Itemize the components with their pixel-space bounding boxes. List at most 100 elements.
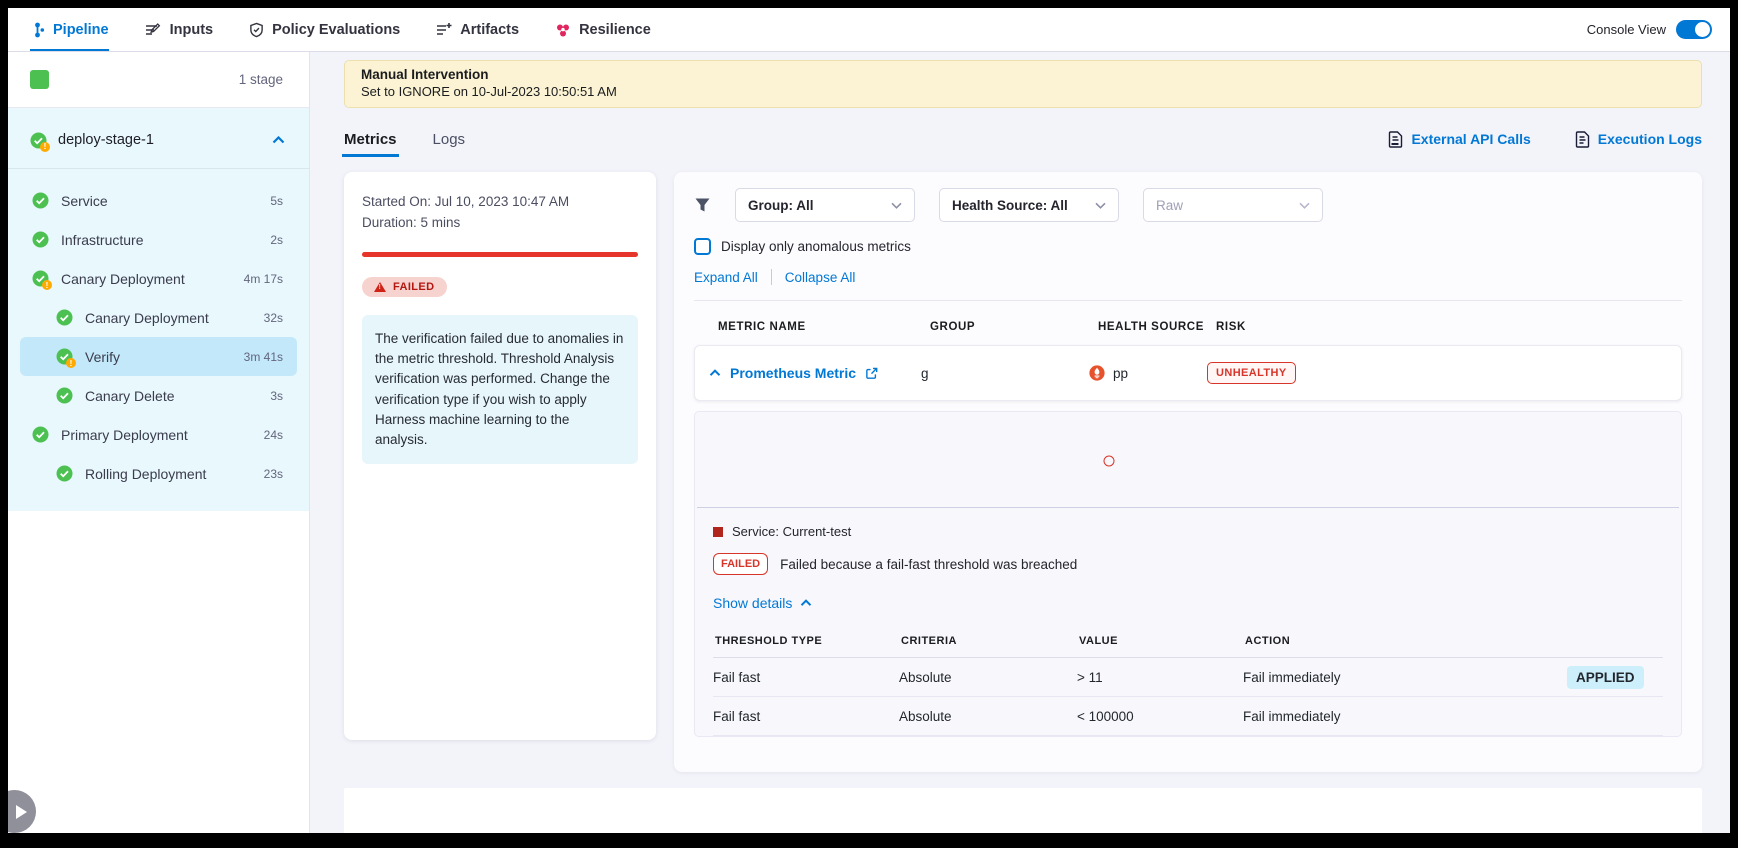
chevron-up-icon xyxy=(800,599,812,607)
console-view-toggle[interactable] xyxy=(1676,20,1712,39)
metric-name-link[interactable]: Prometheus Metric xyxy=(730,365,856,381)
banner-subtitle: Set to IGNORE on 10-Jul-2023 10:50:51 AM xyxy=(361,84,1685,99)
step-duration: 24s xyxy=(264,428,283,442)
filter-funnel-icon xyxy=(694,197,711,214)
metric-group: g xyxy=(921,366,1089,381)
failed-badge: FAILED xyxy=(713,553,768,575)
tab-artifacts[interactable]: Artifacts xyxy=(436,8,519,51)
manual-intervention-banner: Manual Intervention Set to IGNORE on 10-… xyxy=(344,60,1702,108)
verification-message: The verification failed due to anomalies… xyxy=(362,315,638,465)
stage-count: 1 stage xyxy=(239,72,283,87)
chevron-up-icon[interactable] xyxy=(709,369,721,377)
stage-detail-panel: Manual Intervention Set to IGNORE on 10-… xyxy=(310,52,1730,833)
sidebar-item-rolling-deployment[interactable]: Rolling Deployment 23s xyxy=(20,454,297,493)
banner-title: Manual Intervention xyxy=(361,67,1685,82)
check-circle-icon xyxy=(32,426,49,443)
tab-resilience-label: Resilience xyxy=(579,22,651,38)
console-view-label: Console View xyxy=(1587,22,1666,37)
artifacts-icon xyxy=(436,22,452,37)
inputs-icon xyxy=(145,22,162,38)
chevron-down-icon xyxy=(891,202,902,209)
content-bottom-fill xyxy=(344,788,1702,833)
failed-status-badge: FAILED xyxy=(362,277,447,297)
top-nav: Pipeline Inputs Policy Evaluations xyxy=(8,8,1730,52)
check-circle-icon xyxy=(32,192,49,209)
step-duration: 2s xyxy=(270,233,283,247)
stage-name: deploy-stage-1 xyxy=(58,132,261,148)
sidebar-item-verify[interactable]: Verify 3m 41s xyxy=(20,337,297,376)
check-circle-icon xyxy=(32,231,49,248)
metrics-panel: Group: All Health Source: All Raw xyxy=(674,172,1702,772)
play-triangle-icon xyxy=(16,805,27,819)
show-details-toggle[interactable]: Show details xyxy=(695,575,1681,611)
app-window: Pipeline Inputs Policy Evaluations xyxy=(8,8,1730,833)
metric-row-prometheus[interactable]: Prometheus Metric g xyxy=(694,345,1682,401)
collapse-all-link[interactable]: Collapse All xyxy=(785,270,856,285)
divider xyxy=(771,269,772,285)
group-filter-dropdown[interactable]: Group: All xyxy=(735,188,915,222)
execution-logs-link[interactable]: Execution Logs xyxy=(1575,131,1702,148)
sidebar-item-canary-delete[interactable]: Canary Delete 3s xyxy=(20,376,297,415)
tab-policy-evaluations[interactable]: Policy Evaluations xyxy=(249,8,400,51)
metric-table-header: METRIC NAME GROUP HEALTH SOURCE RISK xyxy=(694,301,1682,345)
tab-inputs[interactable]: Inputs xyxy=(145,8,214,51)
metric-detail-panel: Service: Current-test FAILED Failed beca… xyxy=(694,411,1682,737)
verification-summary-card: Started On: Jul 10, 2023 10:47 AM Durati… xyxy=(344,172,656,740)
duration: Duration: 5 mins xyxy=(362,213,638,234)
sidebar-item-infrastructure[interactable]: Infrastructure 2s xyxy=(20,220,297,259)
step-duration: 3m 41s xyxy=(244,350,283,364)
tab-inputs-label: Inputs xyxy=(170,22,214,38)
failed-message: Failed because a fail-fast threshold was… xyxy=(780,557,1077,572)
threshold-row: Fail fast Absolute < 100000 Fail immedia… xyxy=(713,697,1663,736)
check-circle-icon xyxy=(56,309,73,326)
applied-badge: APPLIED xyxy=(1567,666,1644,689)
step-duration: 32s xyxy=(264,311,283,325)
check-circle-icon xyxy=(56,387,73,404)
sidebar-stage-deploy-stage-1[interactable]: deploy-stage-1 xyxy=(8,118,309,162)
warning-triangle-icon xyxy=(374,282,386,292)
success-warning-icon xyxy=(32,270,49,287)
step-duration: 3s xyxy=(270,389,283,403)
health-source-filter-dropdown[interactable]: Health Source: All xyxy=(939,188,1119,222)
resilience-icon xyxy=(555,22,571,38)
success-warning-icon xyxy=(56,348,73,365)
warning-overlay-icon xyxy=(40,142,50,152)
metric-chart[interactable] xyxy=(697,412,1679,508)
prometheus-icon xyxy=(1089,365,1105,381)
tab-pipeline[interactable]: Pipeline xyxy=(30,8,109,51)
health-source-name: pp xyxy=(1113,366,1128,381)
expand-all-link[interactable]: Expand All xyxy=(694,270,758,285)
anomalous-point-marker[interactable] xyxy=(1104,456,1115,467)
chevron-down-icon xyxy=(1095,202,1106,209)
execution-sidebar: 1 stage deploy-stage-1 Servic xyxy=(8,52,310,833)
pipeline-icon xyxy=(30,22,45,38)
tab-logs[interactable]: Logs xyxy=(433,131,466,148)
chevron-down-icon xyxy=(1299,202,1310,209)
legend-label: Service: Current-test xyxy=(732,524,851,539)
legend-color-square xyxy=(713,527,723,537)
external-link-icon[interactable] xyxy=(865,367,878,380)
api-doc-icon xyxy=(1388,131,1403,148)
raw-filter-dropdown[interactable]: Raw xyxy=(1143,188,1323,222)
sidebar-item-canary-deployment[interactable]: Canary Deployment 32s xyxy=(20,298,297,337)
external-api-calls-link[interactable]: External API Calls xyxy=(1388,131,1530,148)
sidebar-item-service[interactable]: Service 5s xyxy=(20,181,297,220)
tab-resilience[interactable]: Resilience xyxy=(555,8,651,51)
chevron-up-icon[interactable] xyxy=(272,136,285,144)
toggle-knob xyxy=(1695,22,1710,37)
step-duration: 23s xyxy=(264,467,283,481)
stage-status-square xyxy=(30,70,49,89)
anomalous-metrics-checkbox[interactable] xyxy=(694,238,711,255)
threshold-table: THRESHOLD TYPE CRITERIA VALUE ACTION Fai… xyxy=(713,629,1663,736)
tab-metrics[interactable]: Metrics xyxy=(344,131,397,148)
tab-pipeline-label: Pipeline xyxy=(53,22,109,38)
sidebar-item-primary-deployment[interactable]: Primary Deployment 24s xyxy=(20,415,297,454)
success-warning-icon xyxy=(30,132,47,149)
warning-overlay-icon xyxy=(66,358,76,368)
risk-badge-unhealthy: UNHEALTHY xyxy=(1207,362,1296,384)
threshold-row: Fail fast Absolute > 11 Fail immediately… xyxy=(713,658,1663,697)
policy-evaluations-icon xyxy=(249,22,264,38)
started-on: Started On: Jul 10, 2023 10:47 AM xyxy=(362,192,638,213)
anomalous-metrics-label: Display only anomalous metrics xyxy=(721,239,911,254)
sidebar-item-canary-deployment-group[interactable]: Canary Deployment 4m 17s xyxy=(20,259,297,298)
